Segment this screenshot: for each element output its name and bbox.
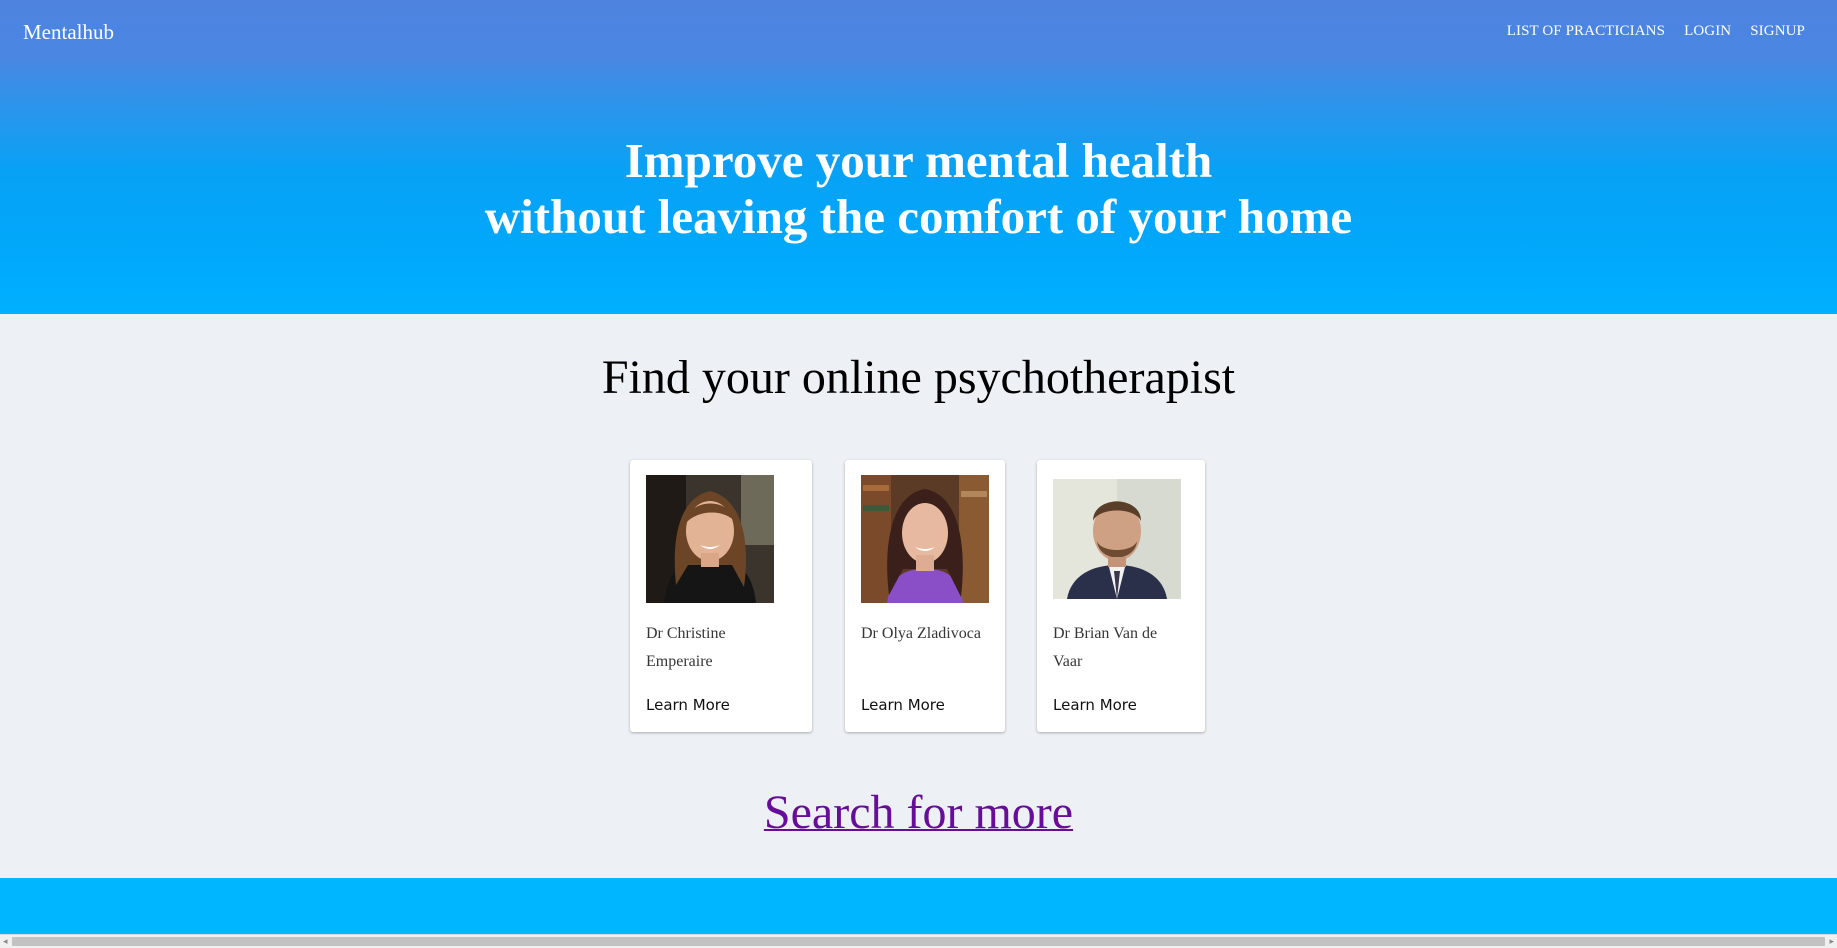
search-more-container: Search for more [0,785,1837,841]
practitioner-card: Dr Olya Zladivoca Learn More [845,460,1005,732]
hero-title-line-2: without leaving the comfort of your home [484,189,1353,244]
scrollbar-thumb[interactable] [12,937,1825,946]
learn-more-link[interactable]: Learn More [646,696,730,714]
learn-more-link[interactable]: Learn More [861,696,945,714]
hero-title: Improve your mental health without leavi… [0,133,1837,245]
scroll-left-arrow-icon[interactable]: ◂ [3,936,8,948]
brand-logo-link[interactable]: Mentalhub [23,20,114,44]
nav-list-of-practicians[interactable]: LIST OF PRACTICIANS [1507,22,1665,40]
practitioner-name: Dr Christine Emperaire [646,625,726,670]
hero-title-line-1: Improve your mental health [624,133,1213,188]
practitioner-photo [861,475,989,603]
practitioner-card: Dr Christine Emperaire Learn More [630,460,812,732]
nav-signup[interactable]: SIGNUP [1750,22,1805,40]
hero-banner: Mentalhub LIST OF PRACTICIANS LOGIN SIGN… [0,0,1837,314]
practitioner-name: Dr Olya Zladivoca [861,625,981,642]
practitioner-photo [1053,479,1181,599]
practitioner-name: Dr Brian Van de Vaar [1053,625,1158,670]
search-for-more-link[interactable]: Search for more [764,786,1073,839]
top-nav: LIST OF PRACTICIANS LOGIN SIGNUP [1507,22,1805,40]
learn-more-link[interactable]: Learn More [1053,696,1137,714]
scroll-right-arrow-icon[interactable]: ▸ [1829,936,1834,948]
footer-band [0,878,1837,934]
practitioner-photo [646,475,774,603]
section-title: Find your online psychotherapist [601,351,1236,404]
practitioner-card: Dr Brian Van de Vaar Learn More [1037,460,1205,732]
nav-login[interactable]: LOGIN [1684,22,1731,40]
horizontal-scrollbar[interactable]: ◂ ▸ [0,934,1837,948]
